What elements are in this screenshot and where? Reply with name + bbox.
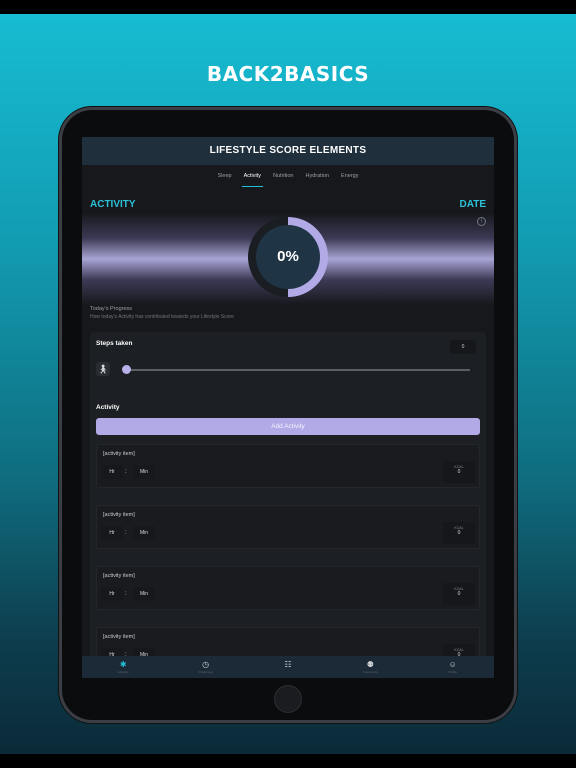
kcal-value: 0 [457,469,461,475]
tablet-home-button [274,685,302,713]
progress-percent: 0% [256,225,320,289]
time-separator: : [125,469,127,475]
time-separator: : [125,591,127,597]
nav-lifestyle[interactable]: ✱ Lifestyle [103,660,143,674]
nav-documents[interactable]: ☷ [268,660,308,674]
tab-sleep[interactable]: Sleep [216,165,234,187]
nav-label: Profile [448,670,457,674]
steps-value-field[interactable]: 0 [450,340,476,354]
tab-nutrition[interactable]: Nutrition [271,165,295,187]
kcal-label: KCAL [454,526,464,530]
bottom-nav: ✱ Lifestyle ◷ Challenges ☷ ⚉ Community ☺… [82,656,494,678]
kcal-field[interactable]: KCAL 0 [443,583,475,605]
tab-hydration[interactable]: Hydration [304,165,332,187]
date-selector[interactable]: DATE [460,199,486,217]
kcal-field[interactable]: KCAL 0 [443,522,475,544]
nav-label [268,670,308,674]
hours-input[interactable]: Hr [101,526,123,540]
activity-item: [activity item] Hr : Min KCAL 0 [96,566,480,610]
nav-label: Community [362,670,378,674]
time-separator: : [125,530,127,536]
nav-profile[interactable]: ☺ Profile [433,660,473,674]
page-title: LIFESTYLE SCORE ELEMENTS [82,137,494,165]
steps-slider-handle[interactable] [122,365,131,374]
section-title: ACTIVITY [90,199,136,210]
activity-item: [activity item] Hr : Min KCAL 0 [96,444,480,488]
nav-community[interactable]: ⚉ Community [350,660,390,674]
brand-logo: BACK2BASICS [0,62,576,86]
activity-item: [activity item] Hr : Min KCAL 0 [96,505,480,549]
app-screen: LIFESTYLE SCORE ELEMENTS Sleep Activity … [82,137,494,678]
progress-title: Today's Progress [90,306,133,312]
add-activity-button[interactable]: Add Activity [96,418,480,435]
nav-challenges[interactable]: ◷ Challenges [186,660,226,674]
kcal-value: 0 [457,591,461,597]
steps-slider[interactable] [124,369,470,371]
kcal-label: KCAL [454,587,464,591]
section-heading-row: ACTIVITY DATE [82,187,494,217]
hours-input[interactable]: Hr [101,587,123,601]
tab-energy[interactable]: Energy [339,165,360,187]
kcal-label: KCAL [454,648,464,652]
stopwatch-icon: ◷ [202,660,210,669]
activity-label: Activity [96,404,120,411]
activity-item-label: [activity item] [103,634,135,640]
walking-icon: 🚶︎ [96,362,110,376]
minutes-input[interactable]: Min [133,526,155,540]
group-icon: ⚉ [366,660,374,669]
brand-logo-text: BACK2BASICS [206,62,370,86]
activity-item-label: [activity item] [103,512,135,518]
asterisk-icon: ✱ [119,660,127,669]
activity-card: Steps taken 0 🚶︎ Activity Add Activity [… [90,332,486,671]
activity-item-label: [activity item] [103,451,135,457]
nav-label: Lifestyle [117,670,129,674]
kcal-label: KCAL [454,465,464,469]
minutes-input[interactable]: Min [133,587,155,601]
steps-label: Steps taken [96,340,133,347]
activity-item-label: [activity item] [103,573,135,579]
progress-subtitle: How today's Activity has contributed tow… [90,314,234,320]
tab-bar: Sleep Activity Nutrition Hydration Energ… [82,165,494,187]
kcal-value: 0 [457,530,461,536]
info-icon[interactable]: i [477,217,486,226]
kcal-field[interactable]: KCAL 0 [443,461,475,483]
minutes-input[interactable]: Min [133,465,155,479]
progress-ring: 0% [248,217,328,297]
hours-input[interactable]: Hr [101,465,123,479]
documents-icon: ☷ [284,660,292,669]
person-icon: ☺ [448,660,457,669]
tab-activity[interactable]: Activity [241,165,264,187]
nav-label: Challenges [198,670,214,674]
